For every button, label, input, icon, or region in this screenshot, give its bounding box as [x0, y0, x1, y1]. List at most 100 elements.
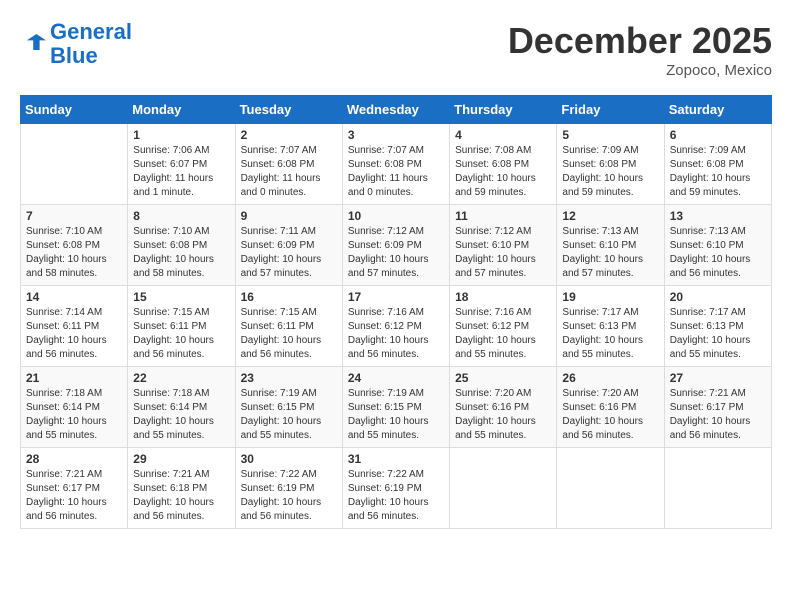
- day-number: 17: [348, 290, 444, 304]
- day-info: Sunrise: 7:15 AMSunset: 6:11 PMDaylight:…: [241, 306, 337, 362]
- day-number: 9: [241, 209, 337, 223]
- calendar-cell: 13 Sunrise: 7:13 AMSunset: 6:10 PMDayligh…: [664, 205, 771, 286]
- day-info: Sunrise: 7:19 AMSunset: 6:15 PMDaylight:…: [241, 387, 337, 443]
- month-title: December 2025: [508, 20, 772, 62]
- calendar-cell: 18 Sunrise: 7:16 AMSunset: 6:12 PMDayligh…: [450, 286, 557, 367]
- day-number: 8: [133, 209, 229, 223]
- day-info: Sunrise: 7:14 AMSunset: 6:11 PMDaylight:…: [26, 306, 122, 362]
- calendar-cell: 12 Sunrise: 7:13 AMSunset: 6:10 PMDayligh…: [557, 205, 664, 286]
- day-info: Sunrise: 7:21 AMSunset: 6:17 PMDaylight:…: [26, 468, 122, 524]
- location: Zopoco, Mexico: [508, 62, 772, 79]
- day-number: 27: [670, 371, 766, 385]
- week-row-4: 21 Sunrise: 7:18 AMSunset: 6:14 PMDayligh…: [21, 367, 772, 448]
- calendar-cell: 19 Sunrise: 7:17 AMSunset: 6:13 PMDayligh…: [557, 286, 664, 367]
- logo-text: General Blue: [50, 20, 132, 68]
- day-info: Sunrise: 7:17 AMSunset: 6:13 PMDaylight:…: [670, 306, 766, 362]
- day-info: Sunrise: 7:22 AMSunset: 6:19 PMDaylight:…: [241, 468, 337, 524]
- day-number: 3: [348, 128, 444, 142]
- day-number: 23: [241, 371, 337, 385]
- calendar-cell: 1 Sunrise: 7:06 AMSunset: 6:07 PMDaylight…: [128, 124, 235, 205]
- calendar-cell: [664, 448, 771, 529]
- day-info: Sunrise: 7:18 AMSunset: 6:14 PMDaylight:…: [133, 387, 229, 443]
- calendar-cell: 26 Sunrise: 7:20 AMSunset: 6:16 PMDayligh…: [557, 367, 664, 448]
- calendar-cell: 16 Sunrise: 7:15 AMSunset: 6:11 PMDayligh…: [235, 286, 342, 367]
- calendar-cell: 20 Sunrise: 7:17 AMSunset: 6:13 PMDayligh…: [664, 286, 771, 367]
- calendar-cell: 25 Sunrise: 7:20 AMSunset: 6:16 PMDayligh…: [450, 367, 557, 448]
- day-number: 29: [133, 452, 229, 466]
- calendar-cell: 21Sunrise: 7:18 AMSunset: 6:14 PMDayligh…: [21, 367, 128, 448]
- weekday-header-friday: Friday: [557, 96, 664, 124]
- day-number: 15: [133, 290, 229, 304]
- calendar-cell: 15Sunrise: 7:15 AMSunset: 6:11 PMDayligh…: [128, 286, 235, 367]
- calendar-cell: 29 Sunrise: 7:21 AMSunset: 6:18 PMDayligh…: [128, 448, 235, 529]
- week-row-3: 14 Sunrise: 7:14 AMSunset: 6:11 PMDayligh…: [21, 286, 772, 367]
- day-info: Sunrise: 7:17 AMSunset: 6:13 PMDaylight:…: [562, 306, 658, 362]
- weekday-header-saturday: Saturday: [664, 96, 771, 124]
- day-info: Sunrise: 7:20 AMSunset: 6:16 PMDaylight:…: [455, 387, 551, 443]
- day-number: 28: [26, 452, 122, 466]
- week-row-1: 1 Sunrise: 7:06 AMSunset: 6:07 PMDaylight…: [21, 124, 772, 205]
- day-info: Sunrise: 7:11 AMSunset: 6:09 PMDaylight:…: [241, 225, 337, 281]
- day-info: Sunrise: 7:10 AMSunset: 6:08 PMDaylight:…: [133, 225, 229, 281]
- calendar-cell: 23 Sunrise: 7:19 AMSunset: 6:15 PMDayligh…: [235, 367, 342, 448]
- day-number: 6: [670, 128, 766, 142]
- day-info: Sunrise: 7:08 AMSunset: 6:08 PMDaylight:…: [455, 144, 551, 200]
- day-info: Sunrise: 7:13 AMSunset: 6:10 PMDaylight:…: [562, 225, 658, 281]
- day-number: 14: [26, 290, 122, 304]
- logo-line1: General: [50, 19, 132, 44]
- calendar-cell: 3 Sunrise: 7:07 AMSunset: 6:08 PMDaylight…: [342, 124, 449, 205]
- calendar-cell: 22 Sunrise: 7:18 AMSunset: 6:14 PMDayligh…: [128, 367, 235, 448]
- day-number: 12: [562, 209, 658, 223]
- calendar-cell: [557, 448, 664, 529]
- week-row-5: 28 Sunrise: 7:21 AMSunset: 6:17 PMDayligh…: [21, 448, 772, 529]
- logo: General Blue: [20, 20, 132, 68]
- day-info: Sunrise: 7:21 AMSunset: 6:17 PMDaylight:…: [670, 387, 766, 443]
- day-number: 20: [670, 290, 766, 304]
- calendar-cell: 7 Sunrise: 7:10 AMSunset: 6:08 PMDaylight…: [21, 205, 128, 286]
- day-info: Sunrise: 7:16 AMSunset: 6:12 PMDaylight:…: [455, 306, 551, 362]
- day-info: Sunrise: 7:21 AMSunset: 6:18 PMDaylight:…: [133, 468, 229, 524]
- day-number: 16: [241, 290, 337, 304]
- day-number: 25: [455, 371, 551, 385]
- day-info: Sunrise: 7:09 AMSunset: 6:08 PMDaylight:…: [562, 144, 658, 200]
- day-info: Sunrise: 7:06 AMSunset: 6:07 PMDaylight:…: [133, 144, 229, 200]
- day-number: 10: [348, 209, 444, 223]
- calendar-cell: [21, 124, 128, 205]
- calendar-cell: 5 Sunrise: 7:09 AMSunset: 6:08 PMDaylight…: [557, 124, 664, 205]
- day-info: Sunrise: 7:12 AMSunset: 6:10 PMDaylight:…: [455, 225, 551, 281]
- day-number: 31: [348, 452, 444, 466]
- calendar-cell: [450, 448, 557, 529]
- day-number: 7: [26, 209, 122, 223]
- day-number: 19: [562, 290, 658, 304]
- day-number: 1: [133, 128, 229, 142]
- calendar-cell: 30Sunrise: 7:22 AMSunset: 6:19 PMDayligh…: [235, 448, 342, 529]
- calendar-cell: 6 Sunrise: 7:09 AMSunset: 6:08 PMDaylight…: [664, 124, 771, 205]
- weekday-header-monday: Monday: [128, 96, 235, 124]
- calendar-cell: 4 Sunrise: 7:08 AMSunset: 6:08 PMDaylight…: [450, 124, 557, 205]
- calendar-cell: 27 Sunrise: 7:21 AMSunset: 6:17 PMDayligh…: [664, 367, 771, 448]
- calendar-cell: 2Sunrise: 7:07 AMSunset: 6:08 PMDaylight…: [235, 124, 342, 205]
- title-block: December 2025 Zopoco, Mexico: [508, 20, 772, 79]
- day-number: 2: [241, 128, 337, 142]
- day-info: Sunrise: 7:16 AMSunset: 6:12 PMDaylight:…: [348, 306, 444, 362]
- day-info: Sunrise: 7:20 AMSunset: 6:16 PMDaylight:…: [562, 387, 658, 443]
- week-row-2: 7 Sunrise: 7:10 AMSunset: 6:08 PMDaylight…: [21, 205, 772, 286]
- day-number: 22: [133, 371, 229, 385]
- weekday-header-tuesday: Tuesday: [235, 96, 342, 124]
- day-number: 13: [670, 209, 766, 223]
- day-number: 26: [562, 371, 658, 385]
- calendar-cell: 28 Sunrise: 7:21 AMSunset: 6:17 PMDayligh…: [21, 448, 128, 529]
- day-info: Sunrise: 7:19 AMSunset: 6:15 PMDaylight:…: [348, 387, 444, 443]
- day-info: Sunrise: 7:09 AMSunset: 6:08 PMDaylight:…: [670, 144, 766, 200]
- day-info: Sunrise: 7:07 AMSunset: 6:08 PMDaylight:…: [348, 144, 444, 200]
- day-number: 18: [455, 290, 551, 304]
- calendar: SundayMondayTuesdayWednesdayThursdayFrid…: [20, 95, 772, 529]
- day-number: 5: [562, 128, 658, 142]
- day-number: 11: [455, 209, 551, 223]
- logo-line2: Blue: [50, 43, 98, 68]
- day-info: Sunrise: 7:10 AMSunset: 6:08 PMDaylight:…: [26, 225, 122, 281]
- page: General Blue December 2025 Zopoco, Mexic…: [20, 20, 772, 529]
- day-info: Sunrise: 7:13 AMSunset: 6:10 PMDaylight:…: [670, 225, 766, 281]
- day-number: 4: [455, 128, 551, 142]
- day-number: 21: [26, 371, 122, 385]
